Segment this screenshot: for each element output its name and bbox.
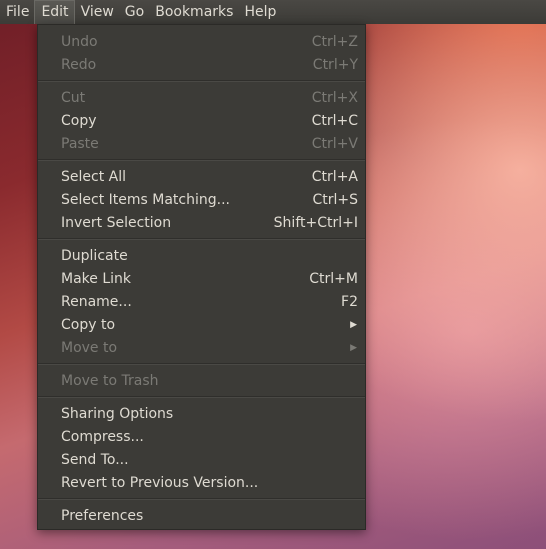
menu-item-accel: Ctrl+A: [311, 168, 358, 185]
menu-separator: [38, 359, 365, 369]
menu-item-accel: Ctrl+S: [312, 191, 358, 208]
menu-item-label: Select All: [61, 168, 126, 185]
menu-bar: File Edit View Go Bookmarks Help: [0, 0, 546, 24]
menu-item-accel: Ctrl+Y: [312, 56, 358, 73]
menu-item-label: Redo: [61, 56, 97, 73]
menu-item-label: Make Link: [61, 270, 131, 287]
menu-item-label: Copy to: [61, 316, 116, 333]
menu-item-label: Select Items Matching...: [61, 191, 230, 208]
menu-item-label: Preferences: [61, 507, 144, 524]
menu-item-label: Move to: [61, 339, 118, 356]
menu-bookmarks[interactable]: Bookmarks: [149, 0, 238, 24]
menu-item-select-items-matching[interactable]: Select Items Matching... Ctrl+S: [38, 188, 365, 211]
menu-view[interactable]: View: [75, 0, 119, 24]
submenu-arrow-icon: ▶: [350, 319, 357, 330]
menu-item-accel: Ctrl+M: [309, 270, 358, 287]
menu-item-paste[interactable]: Paste Ctrl+V: [38, 132, 365, 155]
menu-item-move-to[interactable]: Move to ▶: [38, 336, 365, 359]
menu-item-label: Revert to Previous Version...: [61, 474, 259, 491]
menu-item-accel: F2: [341, 293, 358, 310]
menu-item-label: Sharing Options: [61, 405, 174, 422]
desktop-background: { "menubar": { "items": [ {"label": "Fil…: [0, 0, 546, 549]
submenu-arrow-icon: ▶: [350, 342, 357, 353]
menu-item-compress[interactable]: Compress...: [38, 425, 365, 448]
menu-item-move-to-trash[interactable]: Move to Trash: [38, 369, 365, 392]
menu-item-label: Rename...: [61, 293, 132, 310]
menu-item-label: Move to Trash: [61, 372, 159, 389]
menu-help[interactable]: Help: [238, 0, 281, 24]
menu-item-label: Copy: [61, 112, 97, 129]
menu-item-label: Paste: [61, 135, 99, 152]
menu-separator: [38, 494, 365, 504]
menu-item-rename[interactable]: Rename... F2: [38, 290, 365, 313]
menu-item-preferences[interactable]: Preferences: [38, 504, 365, 527]
menu-item-sharing-options[interactable]: Sharing Options: [38, 402, 365, 425]
menu-item-undo[interactable]: Undo Ctrl+Z: [38, 30, 365, 53]
menu-item-duplicate[interactable]: Duplicate: [38, 244, 365, 267]
menu-item-copy[interactable]: Copy Ctrl+C: [38, 109, 365, 132]
menu-item-revert[interactable]: Revert to Previous Version...: [38, 471, 365, 494]
menu-item-accel: Ctrl+Z: [311, 33, 358, 50]
menu-item-select-all[interactable]: Select All Ctrl+A: [38, 165, 365, 188]
menu-file[interactable]: File: [0, 0, 34, 24]
menu-item-accel: Ctrl+C: [311, 112, 358, 129]
edit-menu-dropdown: Undo Ctrl+Z Redo Ctrl+Y Cut Ctrl+X Copy …: [37, 24, 366, 530]
menu-item-invert-selection[interactable]: Invert Selection Shift+Ctrl+I: [38, 211, 365, 234]
menu-separator: [38, 234, 365, 244]
menu-item-accel: Shift+Ctrl+I: [273, 214, 358, 231]
menu-item-send-to[interactable]: Send To...: [38, 448, 365, 471]
menu-item-label: Undo: [61, 33, 98, 50]
menu-separator: [38, 155, 365, 165]
menu-item-label: Compress...: [61, 428, 144, 445]
menu-separator: [38, 76, 365, 86]
menu-item-label: Cut: [61, 89, 86, 106]
menu-go[interactable]: Go: [119, 0, 149, 24]
menu-item-label: Duplicate: [61, 247, 128, 264]
menu-separator: [38, 392, 365, 402]
menu-item-accel: Ctrl+V: [311, 135, 358, 152]
menu-item-make-link[interactable]: Make Link Ctrl+M: [38, 267, 365, 290]
menu-item-label: Send To...: [61, 451, 129, 468]
menu-item-redo[interactable]: Redo Ctrl+Y: [38, 53, 365, 76]
menu-item-label: Invert Selection: [61, 214, 172, 231]
menu-edit[interactable]: Edit: [34, 0, 75, 24]
menu-item-copy-to[interactable]: Copy to ▶: [38, 313, 365, 336]
menu-item-accel: Ctrl+X: [311, 89, 358, 106]
menu-item-cut[interactable]: Cut Ctrl+X: [38, 86, 365, 109]
